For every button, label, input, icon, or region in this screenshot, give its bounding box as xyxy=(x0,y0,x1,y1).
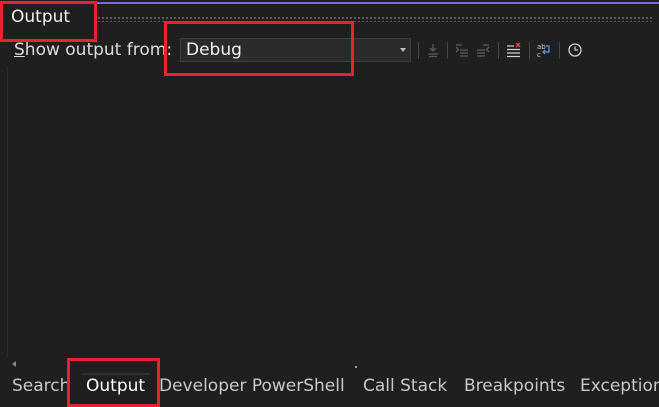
tab-breakpoints[interactable]: Breakpoints xyxy=(464,376,565,396)
panel-title: Output xyxy=(11,7,71,27)
next-message-icon[interactable] xyxy=(475,42,491,58)
tab-call-stack[interactable]: Call Stack xyxy=(363,376,447,396)
previous-message-icon[interactable] xyxy=(454,42,470,58)
tab-output[interactable]: Output xyxy=(81,373,151,400)
output-tool-window: Output Show output from: Debug ab c Sear… xyxy=(0,0,659,407)
title-bar[interactable]: Output xyxy=(0,4,659,34)
toolbar-separator xyxy=(418,42,419,59)
tab-exception[interactable]: Exception xyxy=(580,376,659,396)
drag-grip[interactable] xyxy=(93,16,653,22)
find-message-icon[interactable] xyxy=(425,42,441,58)
toolbar-separator xyxy=(559,42,560,59)
show-output-from-text: how output from: xyxy=(24,40,173,60)
toolbar-separator xyxy=(529,42,530,59)
toolbar-separator xyxy=(447,42,448,59)
output-toolbar: Show output from: Debug ab c xyxy=(0,34,659,66)
tab-developer-powershell[interactable]: Developer PowerShell xyxy=(159,376,345,396)
svg-text:ab: ab xyxy=(537,43,546,51)
chevron-down-icon xyxy=(400,48,406,52)
svg-text:c: c xyxy=(537,51,541,58)
tab-search[interactable]: Search xyxy=(12,376,70,396)
output-source-dropdown[interactable]: Debug xyxy=(180,38,411,62)
word-wrap-icon[interactable]: ab c xyxy=(536,42,552,58)
timestamp-icon[interactable] xyxy=(567,42,583,58)
scrollbar-grip xyxy=(355,366,357,368)
output-source-value: Debug xyxy=(186,40,242,60)
horizontal-scrollbar[interactable] xyxy=(7,358,659,371)
output-text-area[interactable] xyxy=(7,66,659,358)
show-output-from-label: Show output from: xyxy=(14,40,172,60)
clear-all-icon[interactable] xyxy=(506,42,522,58)
toolbar-separator xyxy=(498,42,499,59)
bottom-tab-strip: Search Output Developer PowerShell Call … xyxy=(0,372,659,407)
mnemonic-char: S xyxy=(14,40,25,60)
scroll-left-arrow-icon[interactable] xyxy=(12,361,16,367)
